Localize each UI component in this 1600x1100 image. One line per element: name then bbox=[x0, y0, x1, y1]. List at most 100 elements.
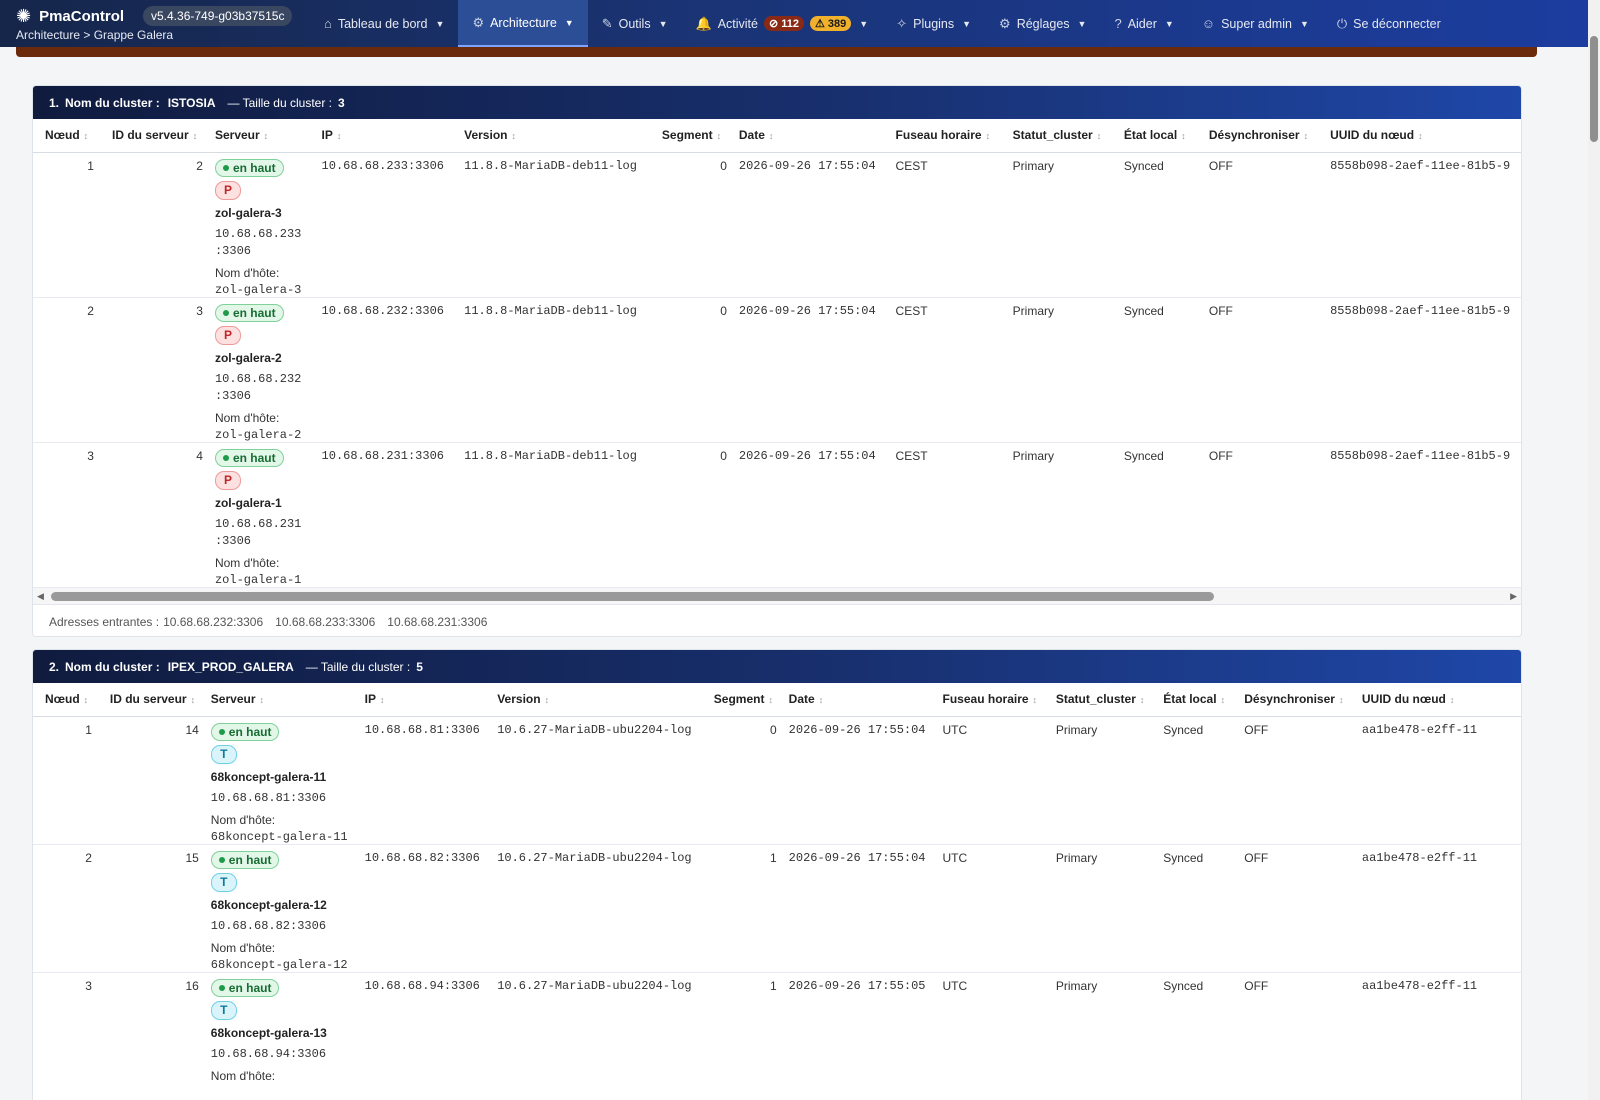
status-badge: en haut bbox=[214, 448, 284, 467]
column-label: ID du serveur bbox=[109, 692, 187, 707]
col-version-header[interactable]: Version ↕ bbox=[491, 683, 702, 717]
col-date-header[interactable]: Date ↕ bbox=[782, 683, 937, 717]
main-menu: ⌂ Tableau de bord ▼ ⚙ Architecture ▼ ✎ Outils ▼ 🔔… bbox=[310, 0, 1455, 47]
column-label: Fuseau horaire bbox=[942, 692, 1029, 707]
column-label: Désynchroniser bbox=[1208, 128, 1300, 143]
col-ip-header[interactable]: IP ↕ bbox=[358, 683, 492, 717]
server-name[interactable]: 68koncept-galera-11 bbox=[211, 770, 353, 784]
error-count-badge[interactable]: ⊘ 112 bbox=[763, 16, 805, 31]
col-cluster-status-cell: Primary bbox=[1006, 152, 1118, 298]
cluster-index: 2. bbox=[49, 659, 60, 674]
table-row[interactable]: 34 en haut P zol-galera-1 10.68.68.231 :… bbox=[33, 442, 1521, 588]
col-server-header[interactable]: Serveur ↕ bbox=[208, 119, 316, 153]
column-label: UUID du nœud bbox=[1361, 692, 1446, 707]
server-name[interactable]: zol-galera-3 bbox=[215, 206, 310, 220]
nav-plugin[interactable]: ✧ Plugins ▼ bbox=[882, 0, 985, 47]
sort-icon: ↕ bbox=[336, 131, 342, 142]
col-cluster-status-cell: Primary bbox=[1049, 844, 1158, 973]
sort-icon: ↕ bbox=[768, 695, 773, 706]
table-horizontal-scrollbar[interactable]: ◀ ▶ bbox=[33, 587, 1521, 605]
sort-icon: ↕ bbox=[1338, 695, 1344, 706]
col-cluster-status-cell: Primary bbox=[1049, 972, 1158, 1100]
power-icon: ⏻ bbox=[1336, 15, 1348, 31]
col-segment-header[interactable]: Segment ↕ bbox=[649, 119, 733, 153]
col-node-header[interactable]: Nœud ↕ bbox=[33, 683, 98, 717]
sort-icon: ↕ bbox=[511, 131, 516, 142]
chevron-down-icon: ▼ bbox=[435, 18, 445, 29]
col-node-uuid-header[interactable]: UUID du nœud ↕ bbox=[1324, 119, 1521, 153]
table-row[interactable]: 1 14 en haut T 68koncept-galera-11 10.68.… bbox=[33, 716, 1521, 845]
sort-icon: ↕ bbox=[1032, 695, 1038, 706]
server-name[interactable]: zol-galera-2 bbox=[215, 351, 310, 365]
incoming-address: 10.68.68.233:3306 bbox=[275, 614, 376, 629]
help-icon: ? bbox=[1114, 16, 1122, 31]
scroll-right-icon[interactable]: ▶ bbox=[1510, 591, 1517, 602]
column-label: Serveur bbox=[210, 692, 256, 707]
table-row[interactable]: 23 en haut P zol-galera-2 10.68.68.232 :… bbox=[33, 297, 1521, 443]
col-server-id-header[interactable]: ID du serveur ↕ bbox=[97, 683, 205, 717]
table-row[interactable]: 12 en haut P zol-galera-3 10.68.68.233 :… bbox=[33, 152, 1521, 298]
col-desync-header[interactable]: Désynchroniser ↕ bbox=[1202, 119, 1325, 153]
column-label: Désynchroniser bbox=[1244, 692, 1335, 707]
cluster-card-2: 2. Nom du cluster : IPEX_PROD_GALERA — T… bbox=[32, 649, 1522, 1100]
horizontal-scrollbar-thumb[interactable] bbox=[51, 591, 1214, 601]
nav-help[interactable]: ? Aider ▼ bbox=[1100, 0, 1187, 47]
nav-gear[interactable]: ⚙ Réglages ▼ bbox=[985, 0, 1100, 47]
col-cluster-status-cell: Primary bbox=[1006, 442, 1118, 588]
nav-user[interactable]: ☺ Super admin ▼ bbox=[1188, 0, 1323, 47]
column-label: Date bbox=[738, 128, 765, 143]
gear-icon: ⚙ bbox=[999, 15, 1011, 31]
col-node-header[interactable]: Nœud ↕ bbox=[33, 119, 100, 153]
user-icon: ☺ bbox=[1201, 16, 1216, 31]
col-server-id-header[interactable]: ID du serveur ↕ bbox=[99, 119, 209, 153]
server-cell: en haut T 68koncept-galera-13 10.68.68.9… bbox=[204, 972, 359, 1100]
page-scrollbar[interactable] bbox=[1588, 0, 1600, 1100]
col-timezone-header[interactable]: Fuseau horaire ↕ bbox=[936, 683, 1050, 717]
sort-icon: ↕ bbox=[1303, 131, 1309, 142]
sort-icon: ↕ bbox=[263, 131, 269, 142]
hostname-label: Nom d'hôte: bbox=[210, 1068, 276, 1083]
col-cluster-status-header[interactable]: Statut_cluster ↕ bbox=[1049, 683, 1158, 717]
col-node-uuid-header[interactable]: UUID du nœud ↕ bbox=[1355, 683, 1521, 717]
col-ip-cell: 10.68.68.231:3306 bbox=[315, 442, 459, 588]
col-date-header[interactable]: Date ↕ bbox=[732, 119, 890, 153]
col-date-cell: 2026-09-26 17:55:04 bbox=[732, 297, 890, 443]
nav-wrench[interactable]: ✎ Outils ▼ bbox=[588, 0, 682, 47]
cluster-table-wrap: Nœud ↕ ID du serveur ↕ Serveur ↕ IP ↕ Version ↕ Se… bbox=[33, 119, 1521, 588]
wrench-icon: ✎ bbox=[601, 15, 613, 31]
col-timezone-header[interactable]: Fuseau horaire ↕ bbox=[889, 119, 1007, 153]
col-timezone-cell: CEST bbox=[889, 297, 1007, 443]
nav-label: Outils bbox=[618, 16, 651, 31]
brand[interactable]: ✺ PmaControl bbox=[16, 7, 124, 25]
server-name[interactable]: zol-galera-1 bbox=[215, 496, 310, 510]
column-label: Fuseau horaire bbox=[895, 128, 982, 143]
col-local-state-header[interactable]: État local ↕ bbox=[1157, 683, 1239, 717]
sort-icon: ↕ bbox=[544, 695, 550, 706]
nav-bell[interactable]: 🔔 Activité ⊘ 112 ⚠ 389 ▼ bbox=[682, 0, 883, 47]
col-segment-header[interactable]: Segment ↕ bbox=[701, 683, 783, 717]
server-cell: en haut T 68koncept-galera-12 10.68.68.8… bbox=[204, 844, 359, 973]
nav-power[interactable]: ⏻ Se déconnecter bbox=[1323, 0, 1455, 47]
col-desync-header[interactable]: Désynchroniser ↕ bbox=[1238, 683, 1356, 717]
nav-home[interactable]: ⌂ Tableau de bord ▼ bbox=[310, 0, 458, 47]
nav-label: Réglages bbox=[1016, 16, 1070, 31]
column-label: Segment bbox=[661, 128, 713, 143]
warning-count-badge[interactable]: ⚠ 389 bbox=[810, 16, 852, 31]
col-version-header[interactable]: Version ↕ bbox=[458, 119, 650, 153]
table-row[interactable]: 2 15 en haut T 68koncept-galera-12 10.68.… bbox=[33, 844, 1521, 973]
col-server-header[interactable]: Serveur ↕ bbox=[204, 683, 359, 717]
scroll-left-icon[interactable]: ◀ bbox=[37, 591, 44, 602]
server-name[interactable]: 68koncept-galera-12 bbox=[211, 898, 353, 912]
sort-icon: ↕ bbox=[818, 695, 824, 706]
col-node-uuid-cell: aa1be478-e2ff-11 bbox=[1355, 716, 1521, 845]
nav-architecture[interactable]: ⚙ Architecture ▼ bbox=[458, 0, 588, 47]
hostname-value: zol-galera-1 bbox=[214, 572, 302, 587]
role-badge: P bbox=[214, 470, 241, 490]
col-cluster-status-header[interactable]: Statut_cluster ↕ bbox=[1006, 119, 1118, 153]
table-row[interactable]: 3 16 en haut T 68koncept-galera-13 10.68.… bbox=[33, 972, 1521, 1100]
server-name[interactable]: 68koncept-galera-13 bbox=[211, 1026, 353, 1040]
col-local-state-header[interactable]: État local ↕ bbox=[1117, 119, 1203, 153]
col-date-cell: 2026-09-26 17:55:04 bbox=[782, 716, 937, 845]
page-scrollbar-thumb[interactable] bbox=[1590, 36, 1598, 142]
col-ip-header[interactable]: IP ↕ bbox=[315, 119, 459, 153]
